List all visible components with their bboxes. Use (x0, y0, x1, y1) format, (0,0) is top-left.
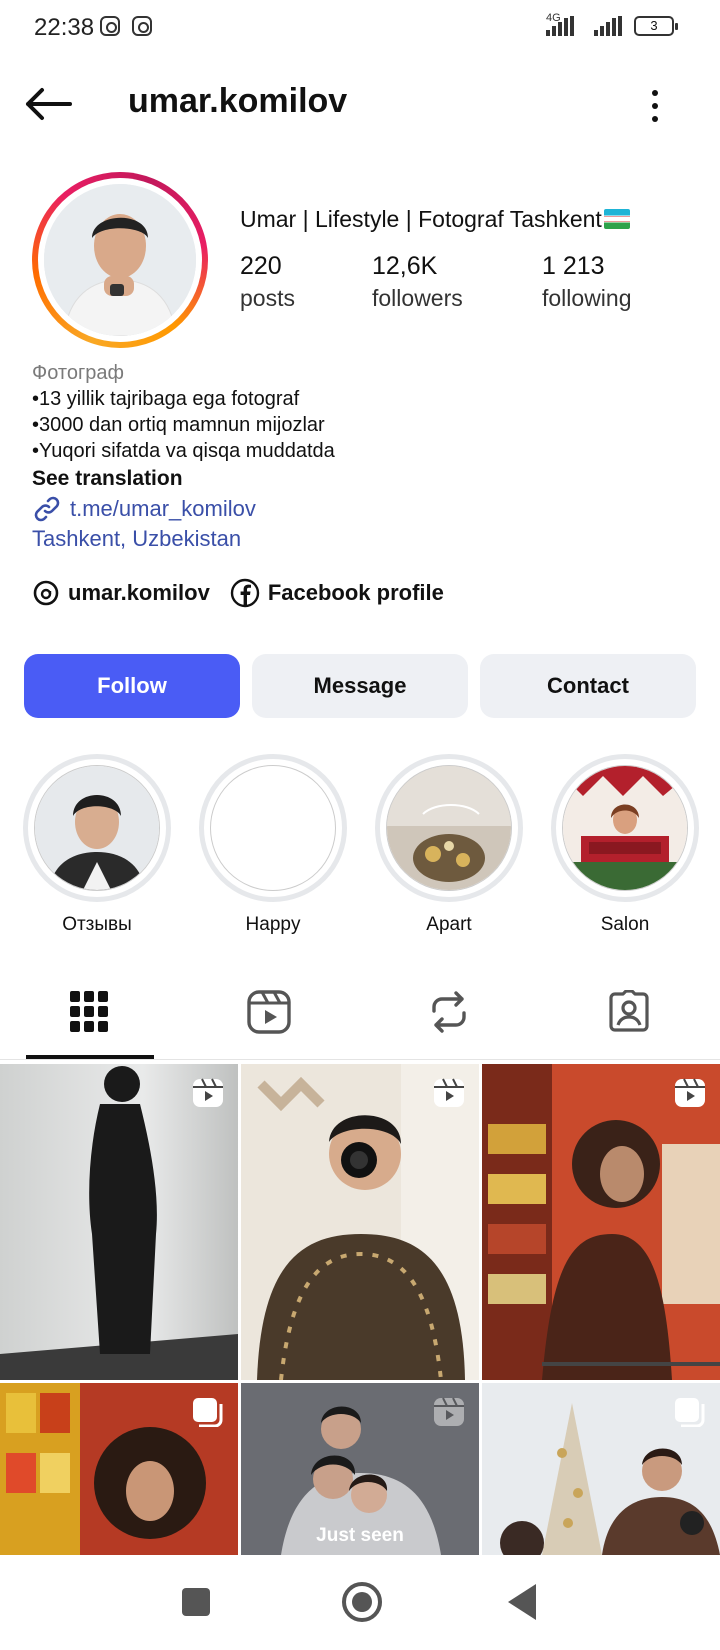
status-time: 22:38 (34, 14, 95, 41)
post-tile[interactable] (0, 1064, 238, 1380)
stat-following[interactable]: 1 213 following (542, 252, 632, 312)
social-links: umar.komilov Facebook profile (32, 578, 444, 608)
more-options-button[interactable] (640, 86, 670, 126)
bio-line: •Yuqori sifatda va qisqa muddatda (32, 440, 335, 462)
contact-button[interactable]: Contact (480, 654, 696, 718)
carousel-badge-icon (675, 1398, 705, 1427)
signal-icon (546, 16, 574, 36)
tab-tagged[interactable] (554, 964, 704, 1060)
system-navigation-bar (0, 1556, 720, 1650)
story-highlight[interactable]: Отзывы (22, 754, 172, 936)
home-button[interactable] (342, 1582, 382, 1622)
arrow-left-icon (26, 88, 72, 120)
tab-reels[interactable] (194, 964, 344, 1060)
highlight-cover (386, 765, 512, 891)
link-icon (34, 496, 60, 522)
threads-profile-link[interactable]: umar.komilov (32, 579, 210, 607)
bio-line: •13 yillik tajribaga ega fotograf (32, 388, 300, 410)
story-highlight[interactable]: Apart (374, 754, 524, 936)
message-button[interactable]: Message (252, 654, 468, 718)
highlight-cover (562, 765, 688, 891)
tab-reposts[interactable] (374, 964, 524, 1060)
follow-button[interactable]: Follow (24, 654, 240, 718)
facebook-icon (230, 578, 260, 608)
highlight-label: Salon (600, 914, 650, 935)
uzbekistan-flag-icon (603, 209, 630, 229)
page-title: umar.komilov (128, 82, 348, 120)
post-tile[interactable] (482, 1383, 720, 1555)
profile-location[interactable]: Tashkent, Uzbekistan (32, 524, 692, 554)
stat-followers[interactable]: 12,6K followers (372, 252, 463, 312)
post-tile[interactable] (241, 1064, 479, 1380)
bio-line: •3000 dan ortiq mamnun mijozlar (32, 414, 325, 436)
facebook-profile-link[interactable]: Facebook profile (230, 578, 444, 608)
reel-badge-icon (675, 1078, 705, 1107)
highlight-label: Happy (245, 914, 301, 935)
post-tile[interactable] (482, 1064, 720, 1380)
highlight-label: Apart (426, 914, 472, 935)
grid-icon (70, 991, 108, 1032)
profile-header: umar.komilov (0, 64, 720, 144)
profile-bio: Фотограф •13 yillik tajribaga ega fotogr… (32, 360, 692, 554)
battery-icon: 3 (634, 16, 678, 36)
reel-badge-icon (193, 1078, 223, 1107)
threads-icon (33, 580, 59, 606)
instagram-notification-icon (132, 16, 152, 36)
instagram-notification-icon (100, 16, 120, 36)
reel-badge-icon (434, 1397, 464, 1426)
story-highlight[interactable]: Salon (550, 754, 700, 936)
avatar (44, 184, 196, 336)
tagged-icon (609, 990, 649, 1032)
reposts-icon (432, 991, 466, 1033)
stat-posts[interactable]: 220 posts (240, 252, 295, 312)
post-tile[interactable] (0, 1383, 238, 1555)
reel-badge-icon (434, 1078, 464, 1107)
bio-external-link[interactable]: t.me/umar_komilov (32, 494, 692, 524)
highlight-cover (210, 765, 336, 891)
highlight-cover (34, 765, 160, 891)
active-tab-indicator (26, 1055, 154, 1059)
signal-icon (594, 16, 622, 36)
just-seen-label: Just seen (316, 1525, 404, 1546)
see-translation-link[interactable]: See translation (32, 464, 692, 494)
post-tile[interactable]: Just seen (241, 1383, 479, 1555)
story-highlight[interactable]: Happy (198, 754, 348, 936)
back-nav-button[interactable] (508, 1584, 536, 1620)
tab-posts[interactable] (14, 964, 164, 1060)
profile-avatar[interactable] (32, 172, 208, 348)
back-button[interactable] (24, 86, 74, 122)
highlight-label: Отзывы (62, 914, 132, 935)
more-vertical-icon (652, 90, 658, 96)
carousel-badge-icon (193, 1398, 223, 1427)
reels-icon (247, 990, 291, 1034)
status-bar: 22:38 4G 3 (0, 0, 720, 56)
recent-apps-button[interactable] (182, 1588, 210, 1616)
profile-full-name: Umar | Lifestyle | Fotograf Tashkent (240, 206, 630, 233)
profile-tabs (0, 964, 720, 1060)
profile-category: Фотограф (32, 362, 124, 384)
